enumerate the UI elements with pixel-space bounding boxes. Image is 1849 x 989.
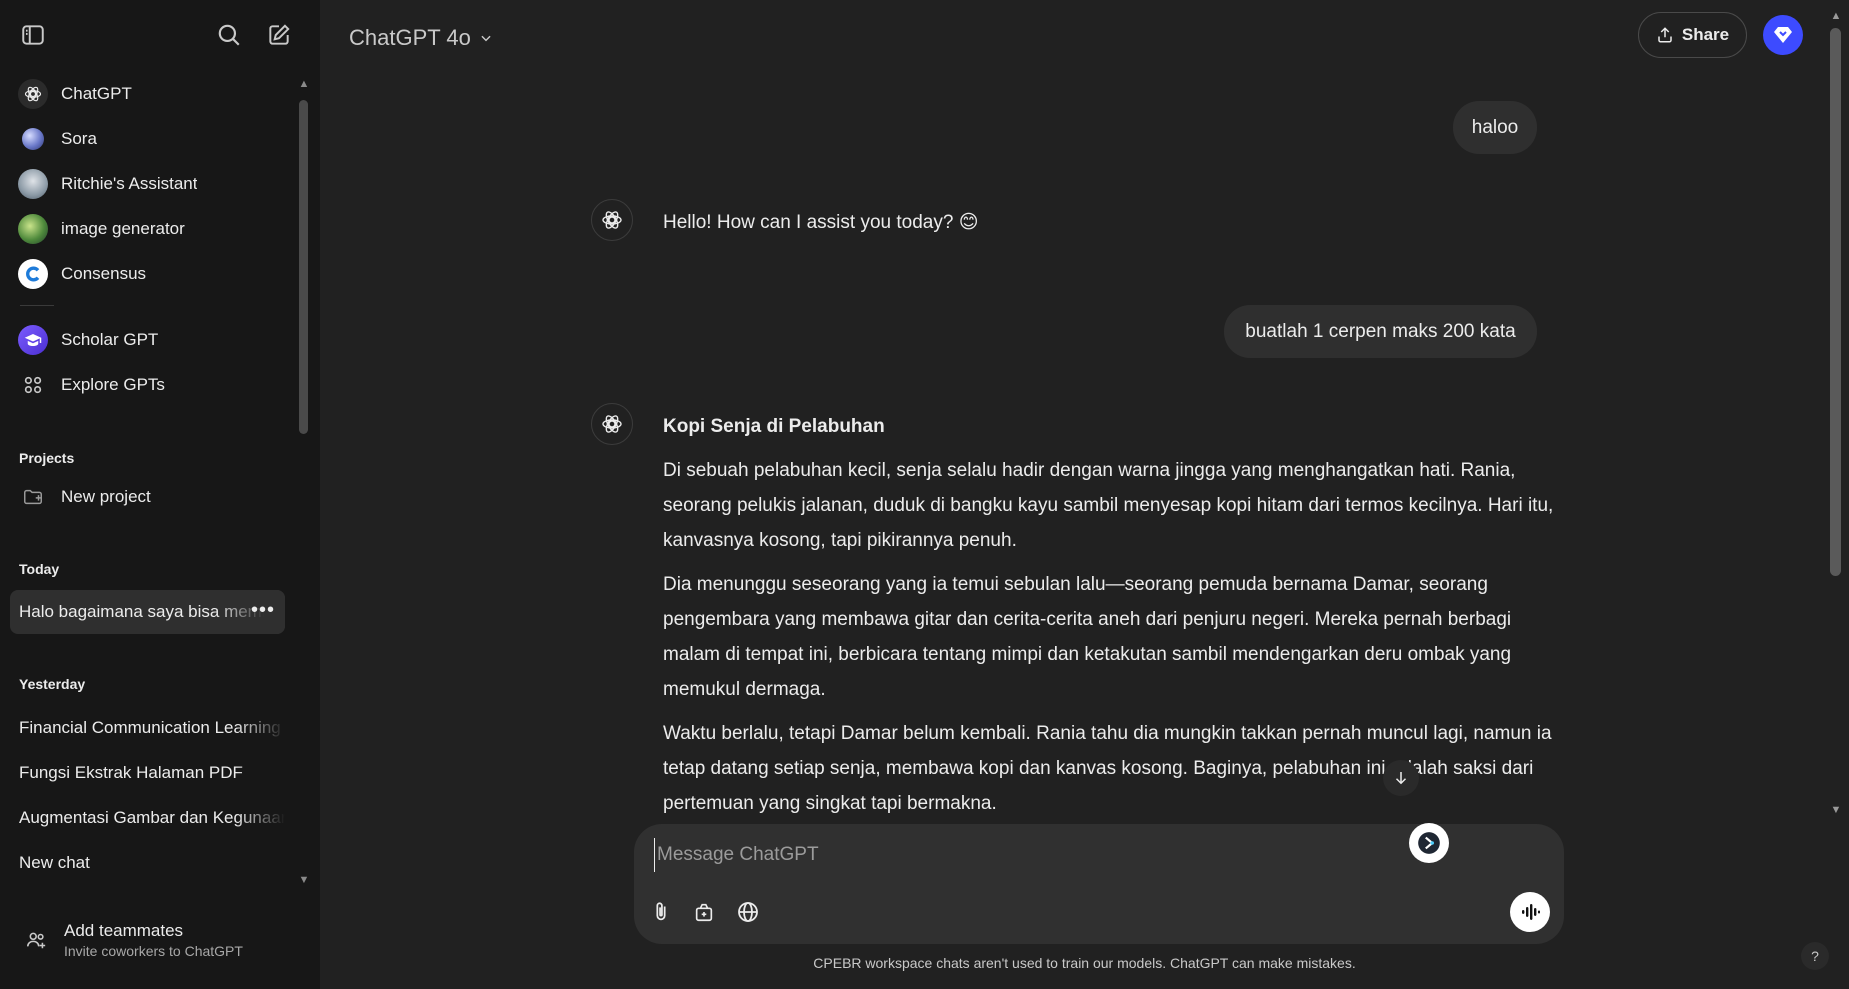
chat-options-icon[interactable]: ••• — [251, 600, 275, 620]
add-teammates-text: Add teammates Invite coworkers to ChatGP… — [64, 921, 243, 959]
diamond-icon — [1774, 27, 1792, 43]
chat-title: Fungsi Ekstrak Halaman PDF — [19, 763, 243, 782]
scholar-logo-icon — [18, 325, 48, 355]
yesterday-heading: Yesterday — [19, 676, 86, 692]
sidebar-scroll-down-arrow[interactable]: ▼ — [297, 874, 311, 886]
main-panel: ChatGPT 4o Share haloo Hello! How can I … — [320, 0, 1849, 989]
sidebar-item-ritchies-assistant[interactable]: Ritchie's Assistant — [10, 163, 285, 205]
openai-logo-icon — [602, 415, 622, 433]
consensus-logo-icon — [18, 259, 48, 289]
search-icon[interactable] — [211, 17, 247, 53]
extension-button[interactable] — [1409, 823, 1449, 863]
folder-plus-icon — [18, 482, 48, 512]
workspace-avatar[interactable] — [1763, 15, 1803, 55]
chat-history-item[interactable]: Fungsi Ekstrak Halaman PDF — [10, 751, 285, 795]
chat-history-item-active[interactable]: Halo bagaimana saya bisa membantu ••• — [10, 590, 285, 634]
story-title: Kopi Senja di Pelabuhan — [663, 416, 885, 437]
image-generator-avatar-icon — [18, 214, 48, 244]
sidebar-divider — [20, 305, 54, 306]
sora-orb-icon — [18, 124, 48, 154]
message-input[interactable] — [654, 838, 1354, 872]
sidebar-item-chatgpt[interactable]: ChatGPT — [10, 73, 285, 115]
upload-icon — [1658, 27, 1672, 43]
sidebar-scroll-area: ChatGPT Sora Ritchie's Assistant image g… — [0, 70, 320, 890]
sidebar-item-scholar-gpt[interactable]: Scholar GPT — [10, 319, 285, 361]
sidebar-item-explore-gpts[interactable]: Explore GPTs — [10, 364, 285, 406]
sidebar-item-image-generator[interactable]: image generator — [10, 208, 285, 250]
sidebar-header — [0, 0, 320, 70]
share-label: Share — [1681, 25, 1730, 44]
ritchie-avatar-icon — [18, 169, 48, 199]
chat-history-item[interactable]: New chat — [10, 841, 285, 885]
voice-mode-button[interactable] — [1510, 892, 1550, 932]
arrow-down-icon — [1395, 772, 1407, 785]
model-selector[interactable]: ChatGPT 4o — [349, 20, 493, 56]
user-message-bubble: haloo — [1453, 101, 1537, 154]
story-paragraph: Dia menunggu seseorang yang ia temui seb… — [663, 574, 1512, 700]
sidebar-item-label: image generator — [61, 219, 185, 238]
main-scroll-up-arrow[interactable]: ▲ — [1829, 10, 1843, 22]
waveform-icon — [1522, 904, 1540, 920]
today-heading: Today — [19, 561, 60, 577]
openai-logo-icon — [18, 79, 48, 109]
disclaimer-text: CPEBR workspace chats aren't used to tra… — [813, 955, 1356, 971]
help-button[interactable]: ? — [1801, 942, 1829, 970]
new-project-button[interactable]: New project — [10, 476, 285, 518]
sidebar-item-label: Scholar GPT — [61, 330, 159, 349]
sidebar-scroll-up-arrow[interactable]: ▲ — [297, 78, 311, 90]
add-teammates-subtitle: Invite coworkers to ChatGPT — [64, 943, 243, 959]
toggle-sidebar-icon[interactable] — [15, 17, 51, 53]
sidebar-item-label: ChatGPT — [61, 84, 132, 103]
scroll-to-bottom-button[interactable] — [1383, 760, 1419, 796]
assistant-avatar — [591, 199, 633, 241]
chevron-down-icon — [481, 35, 491, 42]
sidebar: ChatGPT Sora Ritchie's Assistant image g… — [0, 0, 320, 989]
add-teammates-title: Add teammates — [64, 921, 184, 940]
model-name: ChatGPT 4o — [349, 25, 471, 50]
sidebar-item-label: Explore GPTs — [61, 375, 165, 394]
new-project-label: New project — [61, 487, 151, 506]
sidebar-item-label: Sora — [61, 129, 97, 148]
main-scroll-down-arrow[interactable]: ▼ — [1829, 804, 1843, 816]
chat-history-item[interactable]: Financial Communication Learning — [10, 706, 285, 750]
chat-history-item[interactable]: Augmentasi Gambar dan Kegunaan — [10, 796, 285, 840]
globe-icon[interactable] — [730, 894, 766, 930]
main-scrollbar[interactable] — [1830, 28, 1841, 576]
chat-title: New chat — [19, 853, 90, 872]
add-teammates-button[interactable]: Add teammates Invite coworkers to ChatGP… — [10, 905, 300, 975]
assistant-avatar — [591, 403, 633, 445]
extension-logo-icon — [1418, 832, 1440, 854]
assistant-story-message: Kopi Senja di Pelabuhan Di sebuah pelabu… — [663, 409, 1558, 830]
sidebar-scrollbar[interactable] — [299, 100, 308, 434]
attach-icon[interactable] — [643, 894, 679, 930]
story-paragraph: Di sebuah pelabuhan kecil, senja selalu … — [663, 460, 1554, 551]
add-people-icon — [18, 922, 54, 958]
user-message-text: buatlah 1 cerpen maks 200 kata — [1245, 320, 1516, 342]
assistant-message-text: Hello! How can I assist you today? 😊 — [663, 212, 979, 233]
share-button[interactable]: Share — [1638, 12, 1747, 58]
sidebar-item-label: Ritchie's Assistant — [61, 174, 198, 193]
sidebar-item-label: Consensus — [61, 264, 147, 283]
sidebar-item-consensus[interactable]: Consensus — [10, 253, 285, 295]
projects-heading: Projects — [19, 450, 75, 466]
new-chat-icon[interactable] — [261, 17, 297, 53]
grid-icon — [18, 370, 48, 400]
tools-icon[interactable] — [686, 894, 722, 930]
openai-logo-icon — [602, 211, 622, 229]
story-paragraph: Waktu berlalu, tetapi Damar belum kembal… — [663, 723, 1552, 814]
user-message-bubble: buatlah 1 cerpen maks 200 kata — [1224, 305, 1537, 358]
user-message-text: haloo — [1471, 116, 1519, 138]
sidebar-item-sora[interactable]: Sora — [10, 118, 285, 160]
